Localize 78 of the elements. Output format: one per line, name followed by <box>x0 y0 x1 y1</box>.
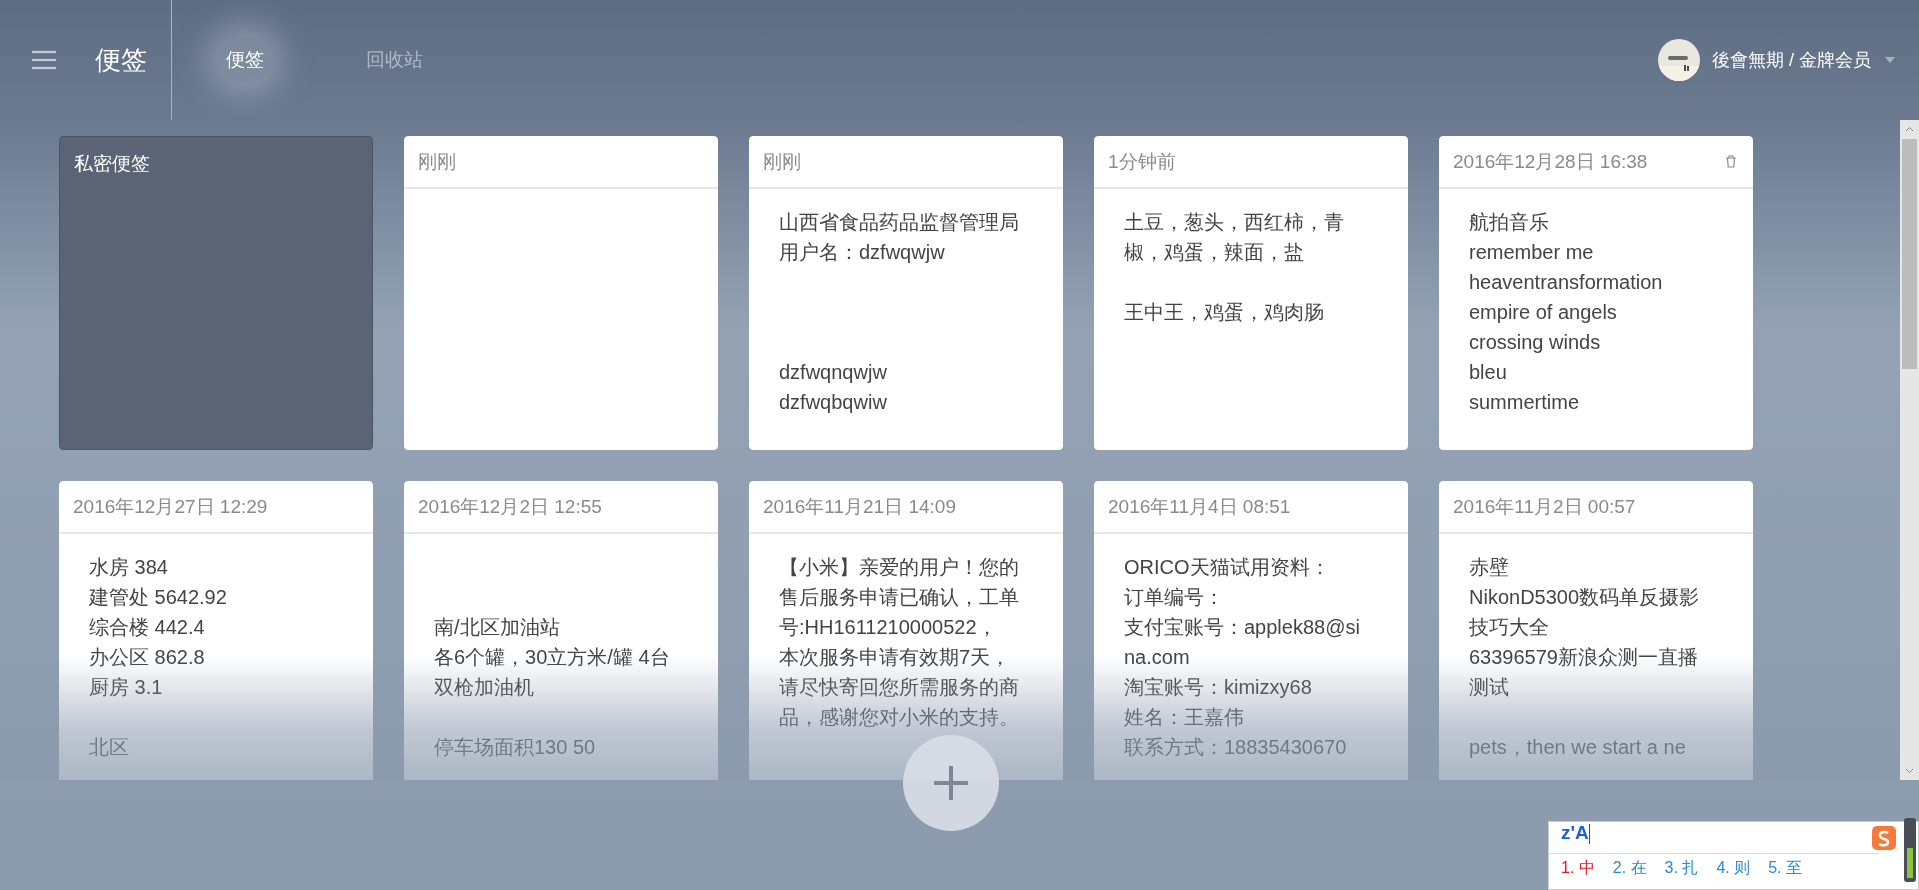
note-line: na.com <box>1124 645 1190 670</box>
note-line: 南/北区加油站 <box>434 615 560 640</box>
note-line: 航拍音乐 <box>1469 210 1549 235</box>
note-line: 号:HH1611210000522， <box>779 615 997 640</box>
note-line: 厨房 3.1 <box>89 675 163 700</box>
note-time: 2016年12月2日 12:55 <box>418 494 602 519</box>
note-card[interactable]: 2016年12月28日 16:38 航拍音乐 remember me heaventransformation empire of angels crossing winds bleu summertime <box>1439 136 1753 450</box>
note-line: 办公区 862.8 <box>89 645 205 670</box>
note-line: 北区 <box>89 735 129 760</box>
note-time: 2016年11月4日 08:51 <box>1108 494 1291 519</box>
ime-logo-icon <box>1872 826 1896 850</box>
note-line: summertime <box>1469 390 1579 415</box>
note-line: pets，then we start a ne <box>1469 735 1686 760</box>
note-line: 建管处 5642.92 <box>89 585 227 610</box>
ime-candidate[interactable]: 1. 中 <box>1561 858 1595 879</box>
note-line: 山西省食品药品监督管理局 <box>779 210 1019 235</box>
note-line: 姓名：王嘉伟 <box>1124 705 1244 730</box>
note-card[interactable]: 刚刚 山西省食品药品监督管理局 用户名：dzfwqwjw dzfwqnqwjw dzfwqbqwiw <box>749 136 1063 450</box>
note-line: bleu <box>1469 360 1507 385</box>
note-card[interactable]: 2016年11月21日 14:09 【小米】亲爱的用户！您的 售后服务申请已确认，工单 号:HH1611210000522， 本次服务申请有效期7天， 请尽快寄回您所需服务的商 品，感谢您对小米的支持。 <box>749 481 1063 780</box>
note-line: 淘宝账号：kimizxy68 <box>1124 675 1312 700</box>
private-note-card[interactable]: 私密便签 <box>59 136 373 450</box>
note-time: 2016年11月21日 14:09 <box>763 494 956 519</box>
trash-icon[interactable] <box>1725 155 1737 168</box>
note-line: 技巧大全 <box>1469 615 1549 640</box>
note-card[interactable]: 2016年12月27日 12:29 水房 384 建管处 5642.92 综合楼 442.4 办公区 862.8 厨房 3.1 北区 <box>59 481 373 780</box>
note-line: 品，感谢您对小米的支持。 <box>779 705 1019 730</box>
level-meter-icon <box>1904 818 1916 882</box>
note-time: 1分钟前 <box>1108 149 1176 174</box>
note-card[interactable]: 2016年11月4日 08:51 ORICO天猫试用资料： 订单编号： 支付宝账号：applek88@si na.com 淘宝账号：kimizxy68 姓名：王嘉伟 联系方式：18835430670 <box>1094 481 1408 780</box>
note-card[interactable]: 刚刚 <box>404 136 718 450</box>
note-line: 用户名：dzfwqwjw <box>779 240 945 265</box>
note-card[interactable]: 1分钟前 土豆，葱头，西红柿，青 椒，鸡蛋，辣面，盐 王中王，鸡蛋，鸡肉肠 <box>1094 136 1408 450</box>
plus-icon <box>934 766 968 800</box>
tab[interactable]: 便签 <box>220 37 270 83</box>
app-title: 便签 <box>95 43 148 77</box>
note-line: 王中王，鸡蛋，鸡肉肠 <box>1124 300 1324 325</box>
caret-icon[interactable] <box>1885 57 1895 63</box>
note-time: 刚刚 <box>418 149 456 174</box>
note-title: 私密便签 <box>74 153 150 174</box>
note-time: 2016年12月28日 16:38 <box>1453 149 1648 174</box>
note-line: remember me <box>1469 240 1594 265</box>
note-line: dzfwqnqwjw <box>779 360 887 385</box>
menu-icon[interactable] <box>32 50 56 70</box>
note-line: crossing winds <box>1469 330 1601 355</box>
note-line: 测试 <box>1469 675 1509 700</box>
note-line: 椒，鸡蛋，辣面，盐 <box>1124 240 1304 265</box>
note-line: 水房 384 <box>89 555 168 580</box>
ime-candidate[interactable]: 2. 在 <box>1612 858 1647 879</box>
note-line: 联系方式：18835430670 <box>1124 735 1347 760</box>
note-time: 2016年11月2日 00:57 <box>1453 494 1636 519</box>
note-line: 双枪加油机 <box>434 675 534 700</box>
note-time: 2016年12月27日 12:29 <box>73 494 268 519</box>
note-line: 售后服务申请已确认，工单 <box>779 585 1019 610</box>
ime-candidate[interactable]: 5. 至 <box>1768 858 1802 879</box>
note-line: NikonD5300数码单反摄影 <box>1469 585 1700 610</box>
note-card[interactable]: 2016年11月2日 00:57 赤壁 NikonD5300数码单反摄影 技巧大全 63396579新浪众测一直播 测试 pets，then we start a ne <box>1439 481 1753 780</box>
note-line: 【小米】亲爱的用户！您的 <box>779 555 1019 580</box>
user-name[interactable]: 後會無期 / 金牌会员 <box>1708 44 1875 76</box>
note-line: 综合楼 442.4 <box>89 615 205 640</box>
note-line: 本次服务申请有效期7天， <box>779 645 1011 670</box>
avatar[interactable] <box>1658 39 1700 81</box>
note-line: dzfwqbqwiw <box>779 390 887 415</box>
note-line: 赤壁 <box>1469 555 1509 580</box>
note-line: 停车场面积130 50 <box>434 735 596 760</box>
ime-candidate[interactable]: 3. 扎 <box>1664 858 1699 879</box>
note-line: 土豆，葱头，西红柿，青 <box>1124 210 1344 235</box>
note-line: 各6个罐，30立方米/罐 4台 <box>434 645 670 670</box>
note-line: 请尽快寄回您所需服务的商 <box>779 675 1019 700</box>
note-card[interactable]: 2016年12月2日 12:55 南/北区加油站 各6个罐，30立方米/罐 4台 双枪加油机 停车场面积130 50 <box>404 481 718 780</box>
note-line: 63396579新浪众测一直播 <box>1469 645 1698 670</box>
note-line: 订单编号： <box>1124 585 1224 610</box>
note-line: 支付宝账号：applek88@si <box>1124 615 1360 640</box>
note-line: empire of angels <box>1469 300 1617 325</box>
ime-candidate[interactable]: 4. 则 <box>1716 858 1751 879</box>
note-time: 刚刚 <box>763 149 801 174</box>
note-line: heaventransformation <box>1469 270 1663 295</box>
note-line: ORICO天猫试用资料： <box>1124 555 1330 580</box>
